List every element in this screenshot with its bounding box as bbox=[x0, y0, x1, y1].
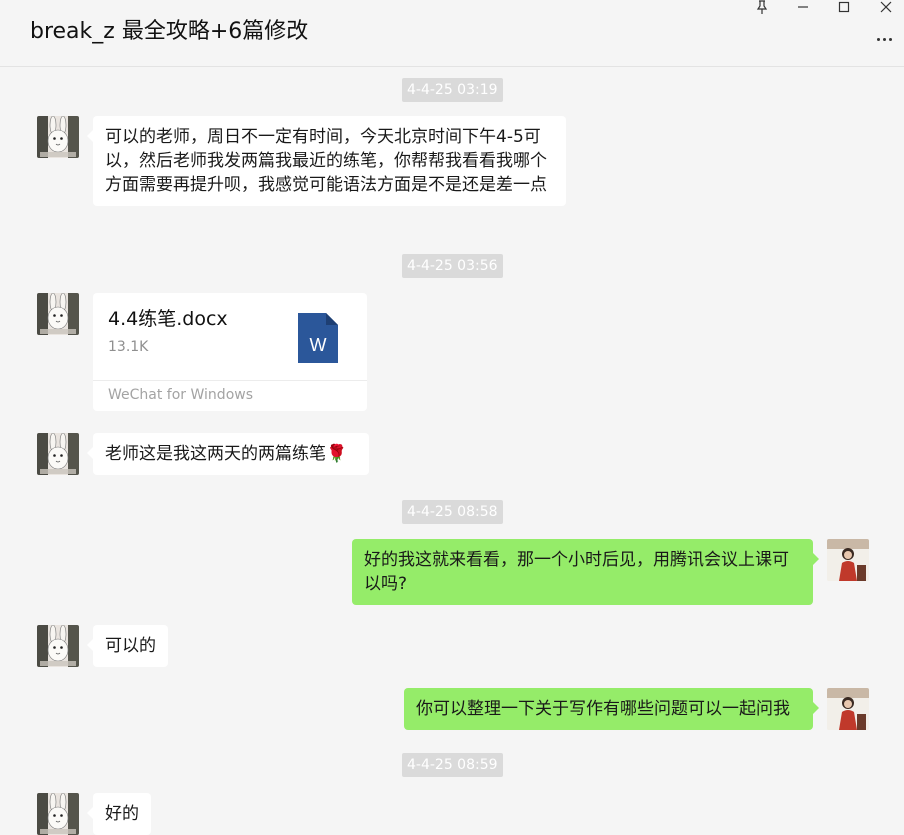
message-bubble-incoming[interactable]: 好的 bbox=[87, 793, 151, 835]
message-text: 好的 bbox=[105, 804, 139, 824]
file-source-footer: WeChat for Windows bbox=[93, 380, 367, 411]
maximize-icon bbox=[838, 1, 850, 13]
minimize-button[interactable] bbox=[789, 0, 817, 14]
message-bubble-outgoing[interactable]: 你可以整理一下关于写作有哪些问题可以一起问我 bbox=[404, 688, 819, 730]
pin-button[interactable] bbox=[748, 0, 776, 14]
close-button[interactable] bbox=[872, 0, 900, 14]
file-size: 13.1K bbox=[108, 339, 149, 355]
my-avatar[interactable] bbox=[827, 688, 869, 730]
contact-avatar[interactable] bbox=[37, 293, 79, 335]
pin-icon bbox=[756, 0, 768, 14]
rabbit-avatar-icon bbox=[37, 793, 79, 835]
file-name: 4.4练笔.docx bbox=[108, 308, 228, 330]
close-icon bbox=[880, 1, 892, 13]
title-bar: break_z 最全攻略+6篇修改 bbox=[0, 0, 904, 67]
message-text: 老师这是我这两天的两篇练笔 bbox=[105, 444, 326, 464]
timestamp: 4-4-25 03:56 bbox=[402, 254, 503, 278]
my-avatar[interactable] bbox=[827, 539, 869, 581]
svg-text:W: W bbox=[310, 335, 327, 355]
contact-avatar[interactable] bbox=[37, 116, 79, 158]
chat-history[interactable]: 4-4-25 03:19 可以的老师，周日不一定有时间，今天北京时间下午4-5可… bbox=[0, 68, 904, 835]
minimize-icon bbox=[798, 6, 808, 8]
more-icon bbox=[876, 37, 880, 41]
rose-emoji-icon: 🌹 bbox=[326, 444, 348, 464]
more-options-button[interactable] bbox=[872, 32, 896, 46]
rabbit-avatar-icon bbox=[37, 433, 79, 475]
person-avatar-icon bbox=[827, 688, 869, 730]
word-doc-icon: W bbox=[298, 313, 338, 363]
message-text: 可以的老师，周日不一定有时间，今天北京时间下午4-5可以，然后老师我发两篇我最近… bbox=[105, 127, 547, 195]
message-bubble-incoming[interactable]: 可以的 bbox=[87, 625, 168, 667]
message-text: 你可以整理一下关于写作有哪些问题可以一起问我 bbox=[416, 699, 790, 719]
contact-avatar[interactable] bbox=[37, 793, 79, 835]
contact-avatar[interactable] bbox=[37, 625, 79, 667]
message-text: 好的我这就来看看，那一个小时后见，用腾讯会议上课可以吗? bbox=[364, 550, 789, 594]
message-bubble-outgoing[interactable]: 好的我这就来看看，那一个小时后见，用腾讯会议上课可以吗? bbox=[352, 539, 819, 605]
maximize-button[interactable] bbox=[830, 0, 858, 14]
message-bubble-incoming[interactable]: 可以的老师，周日不一定有时间，今天北京时间下午4-5可以，然后老师我发两篇我最近… bbox=[87, 116, 566, 206]
message-bubble-incoming[interactable]: 老师这是我这两天的两篇练笔🌹 bbox=[87, 433, 369, 475]
person-avatar-icon bbox=[827, 539, 869, 581]
file-message-card[interactable]: 4.4练笔.docx 13.1K W WeChat for Windows bbox=[93, 293, 367, 411]
message-text: 可以的 bbox=[105, 636, 156, 656]
file-source-label: WeChat for Windows bbox=[108, 387, 253, 403]
rabbit-avatar-icon bbox=[37, 625, 79, 667]
rabbit-avatar-icon bbox=[37, 116, 79, 158]
timestamp: 4-4-25 08:59 bbox=[402, 753, 503, 777]
contact-avatar[interactable] bbox=[37, 433, 79, 475]
timestamp: 4-4-25 08:58 bbox=[402, 500, 503, 524]
timestamp: 4-4-25 03:19 bbox=[402, 78, 503, 102]
chat-title: break_z 最全攻略+6篇修改 bbox=[30, 19, 309, 44]
rabbit-avatar-icon bbox=[37, 293, 79, 335]
